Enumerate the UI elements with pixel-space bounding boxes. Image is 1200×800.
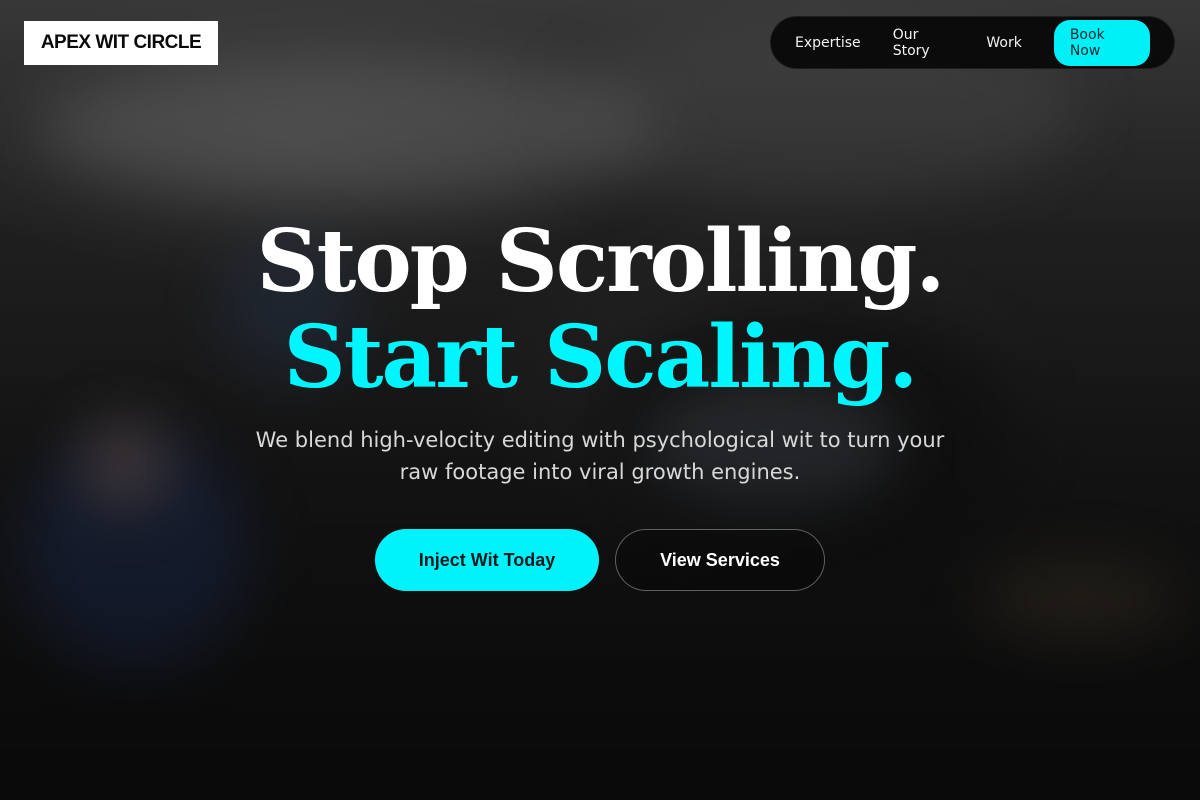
hero-subtitle: We blend high-velocity editing with psyc…	[255, 428, 945, 484]
view-services-button[interactable]: View Services	[615, 529, 825, 591]
hero-section: Stop Scrolling. Start Scaling. We blend …	[0, 0, 1200, 800]
inject-wit-button[interactable]: Inject Wit Today	[375, 529, 599, 591]
hero-headline-line2: Start Scaling.	[283, 307, 919, 408]
hero-headline-line1: Stop Scrolling.	[256, 211, 945, 312]
